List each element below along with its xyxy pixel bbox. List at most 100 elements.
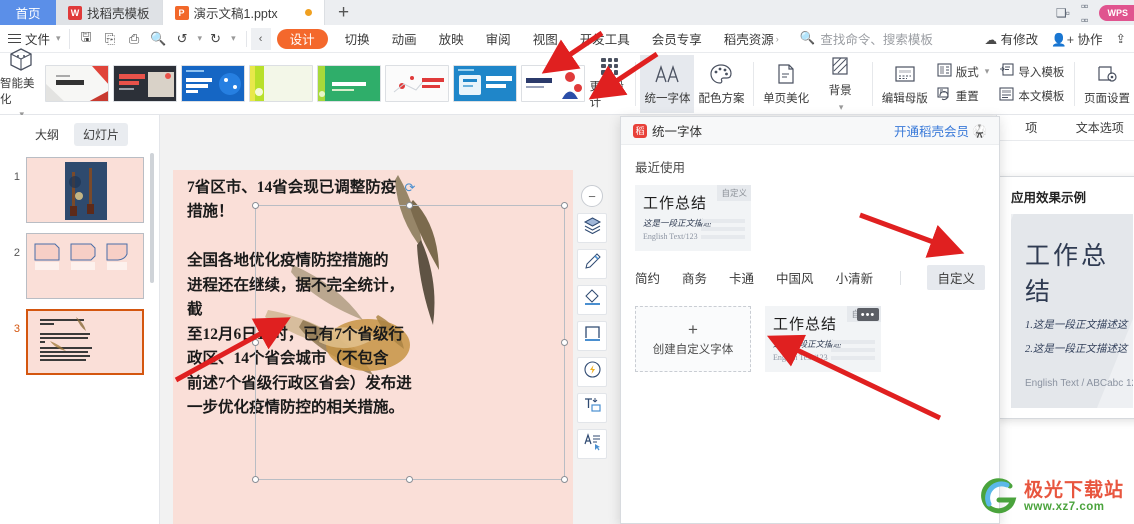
more-design-button[interactable]: 更多设计 [590,55,630,113]
cloud-sync-icon: ☁ [984,33,998,47]
layers-button[interactable] [577,213,607,243]
redo-icon[interactable]: ↻ [205,29,226,49]
ribbon-scroll-left-button[interactable]: ‹ [250,27,271,50]
template-thumb[interactable] [248,65,313,102]
template-thumb[interactable] [180,65,245,102]
category-custom[interactable]: 自定义 [927,265,985,290]
create-custom-font-button[interactable]: + 创建自定义字体 [635,306,751,372]
file-menu-button[interactable]: 文件 ▾ [0,29,69,48]
smart-beautify-button[interactable]: 智能美化 ▾ [0,48,42,119]
tab-design[interactable]: 设计 [276,28,328,49]
tab-find-template-label: 找稻壳模板 [87,7,150,21]
share-icon[interactable]: ⇪ [1116,31,1126,46]
undo-chevron-icon[interactable]: ▾ [198,33,203,44]
save-as-icon[interactable]: ⎘ [100,29,121,49]
search-placeholder: 查找命令、搜索模板 [820,33,933,47]
text-placeholder-selection[interactable]: ⟳ [252,180,568,483]
category-chinese-style[interactable]: 中国风 [776,268,814,287]
resize-handle-ne[interactable] [561,202,568,209]
layout-button[interactable]: 版式 ▾ [932,61,995,82]
print-preview-icon[interactable]: 🔍 [148,29,169,49]
list-item[interactable]: 1 [0,152,159,228]
slide-thumbnail-2[interactable] [26,233,144,299]
import-template-button[interactable]: 导入模板 [994,61,1069,82]
tab-slides[interactable]: 幻灯片 [74,123,129,146]
list-item[interactable]: 3 [0,304,159,380]
fill-color-button[interactable] [577,285,607,315]
tab-daoke-resources[interactable]: 稻壳资源 › [713,25,790,53]
tab-review[interactable]: 审阅 [475,25,522,53]
resize-handle-w[interactable] [252,338,259,346]
page-setup-button[interactable]: 页面设置 [1080,55,1134,113]
category-fresh[interactable]: 小清新 [836,268,874,287]
slides-panel-scrollbar[interactable] [150,153,154,283]
brush-button[interactable] [577,249,607,279]
list-item[interactable]: 2 [0,228,159,304]
window-restore-icon[interactable]: ❑▫ [1056,6,1070,20]
tab-outline-label: 大纲 [35,128,60,142]
text-box-button[interactable] [577,393,607,423]
tab-outline[interactable]: 大纲 [26,123,68,146]
tab-developer[interactable]: 开发工具 [569,25,641,53]
tab-find-template[interactable]: W 找稻壳模板 [56,0,163,25]
customize-qat-icon[interactable]: ▾ [231,33,236,44]
open-vip-link[interactable]: 开通稻壳会员 🥋 [894,121,987,140]
undo-icon[interactable]: ↺ [172,29,193,49]
cloud-sync-status[interactable]: ☁ 有修改 [985,29,1039,48]
template-thumb[interactable] [520,65,585,102]
category-business[interactable]: 商务 [682,268,707,287]
text-select-button[interactable] [577,429,607,459]
collaborate-button[interactable]: 👤+ 协作 [1051,29,1102,48]
tab-developer-label: 开发工具 [579,33,630,47]
new-tab-button[interactable]: + [324,0,363,25]
idea-bulb-button[interactable] [577,357,607,387]
tab-text-options[interactable]: 文本选项 [1066,115,1134,140]
save-icon[interactable]: 🖫 [76,29,97,49]
category-cartoon[interactable]: 卡通 [729,268,754,287]
wps-badge[interactable]: WPS [1099,4,1134,21]
category-simple[interactable]: 简约 [635,268,660,287]
color-scheme-button[interactable]: 配色方案 [694,55,748,113]
resize-handle-e[interactable] [561,338,568,346]
template-thumb[interactable] [452,65,517,102]
template-thumb[interactable] [316,65,381,102]
grid-icon [601,57,619,75]
resize-handle-se[interactable] [561,476,568,483]
tab-presentation1[interactable]: P 演示文稿1.pptx [162,0,325,25]
reset-button[interactable]: 重置 [932,85,995,106]
background-button[interactable]: 背景 ▾ [813,55,867,113]
rotate-handle-icon[interactable]: ⟳ [402,180,418,196]
search-command-box[interactable]: 🔍 查找命令、搜索模板 [800,29,933,48]
template-thumb[interactable] [112,65,177,102]
resize-handle-sw[interactable] [252,476,259,483]
this-template-button[interactable]: 本文模板 [994,85,1069,106]
tab-home[interactable]: 首页 [0,0,56,25]
template-thumb[interactable] [44,65,109,102]
tab-animations[interactable]: 动画 [381,25,428,53]
tab-view[interactable]: 视图 [522,25,569,53]
custom-font-card[interactable]: 自定义 ••• 工作总结 这是一段正文描述 English Text/123 [765,306,881,372]
tab-member-exclusive[interactable]: 会员专享 [641,25,713,53]
print-icon[interactable]: ⎙ [124,29,145,49]
template-thumb[interactable] [384,65,449,102]
resize-handle-nw[interactable] [252,202,259,209]
collapse-rail-button[interactable]: − [581,185,603,207]
tab-shape-options[interactable]: 项 [997,115,1066,140]
slide-thumbnail-3[interactable] [26,309,144,375]
divider [872,61,873,106]
single-page-beautify-button[interactable]: 单页美化 [759,55,813,113]
frame-button[interactable] [577,321,607,351]
file-menu-label: 文件 [25,33,51,47]
tab-transitions[interactable]: 切换 [334,25,381,53]
resize-handle-n[interactable] [406,202,413,209]
tab-slideshow[interactable]: 放映 [428,25,475,53]
slide-thumbnail-1[interactable] [26,157,144,223]
recent-font-card[interactable]: 自定义 工作总结 这是一段正文描述 English Text/123 [635,185,751,251]
edit-master-button[interactable]: 编辑母版 [878,55,932,113]
grid-apps-icon[interactable]: ▫▫ ▫▫ [1081,0,1088,27]
resize-handle-s[interactable] [406,476,413,483]
tab-shape-options-label: 项 [1025,121,1038,135]
more-dots-icon[interactable]: ••• [857,308,879,321]
master-slide-icon [894,62,916,86]
unify-font-button[interactable]: 统一字体 [640,54,695,113]
